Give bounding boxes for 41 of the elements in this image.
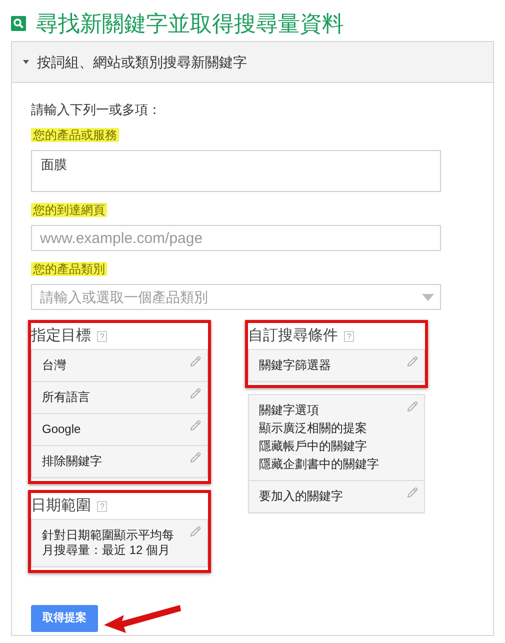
setting-card[interactable]: 關鍵字選項 顯示廣泛相關的提案 隱藏帳戶中的關鍵字 隱藏企劃書中的關鍵字: [249, 394, 424, 480]
field-label: 您的到達網頁: [31, 203, 107, 217]
setting-card[interactable]: 所有語言: [32, 381, 207, 413]
setting-text: 台灣: [42, 358, 67, 373]
group-heading: 日期範圍: [31, 496, 91, 516]
pencil-icon[interactable]: [407, 356, 418, 367]
input-field[interactable]: 面膜: [31, 150, 441, 192]
setting-card[interactable]: 排除關鍵字: [32, 445, 207, 477]
input-field[interactable]: www.example.com/page: [31, 225, 441, 251]
setting-text: 顯示廣泛相關的提案: [259, 421, 368, 436]
pencil-icon[interactable]: [407, 487, 418, 498]
pencil-icon[interactable]: [407, 401, 418, 412]
pencil-icon[interactable]: [190, 356, 201, 367]
setting-text: 針對日期範圍顯示平均每月搜尋量：最近 12 個月: [42, 528, 175, 558]
setting-text: Google: [42, 422, 82, 437]
setting-text: 所有語言: [42, 390, 91, 405]
group-heading: 自訂搜尋條件: [248, 326, 338, 346]
setting-card[interactable]: 台灣: [32, 349, 207, 381]
intro-text: 請輸入下列一或多項：: [31, 101, 162, 119]
dropdown-arrow-icon: [422, 294, 434, 300]
pencil-icon[interactable]: [190, 526, 201, 537]
group-heading: 指定目標: [31, 326, 91, 346]
page-title: 尋找新關鍵字並取得搜尋量資料: [36, 10, 344, 38]
setting-card[interactable]: 要加入的關鍵字: [249, 480, 424, 512]
setting-card[interactable]: 針對日期範圍顯示平均每月搜尋量：最近 12 個月: [32, 519, 207, 566]
setting-text: 關鍵字篩選器: [259, 358, 332, 373]
section-header[interactable]: 按詞組、網站或類別搜尋新關鍵字: [12, 42, 493, 83]
pencil-icon[interactable]: [190, 452, 201, 463]
field-label: 您的產品類別: [31, 262, 107, 276]
setting-text: 隱藏企劃書中的關鍵字: [259, 457, 380, 472]
field-label: 您的產品或服務: [31, 128, 119, 142]
setting-text: 要加入的關鍵字: [259, 489, 344, 504]
search-icon: [11, 16, 26, 30]
pencil-icon[interactable]: [190, 388, 201, 399]
pencil-icon[interactable]: [190, 420, 201, 431]
setting-text: 關鍵字選項: [259, 403, 320, 418]
setting-card[interactable]: Google: [32, 413, 207, 445]
setting-text: 隱藏帳戶中的關鍵字: [259, 439, 368, 454]
setting-card[interactable]: 關鍵字篩選器: [249, 349, 424, 381]
caret-icon: [23, 60, 29, 64]
setting-text: 排除關鍵字: [42, 454, 103, 469]
